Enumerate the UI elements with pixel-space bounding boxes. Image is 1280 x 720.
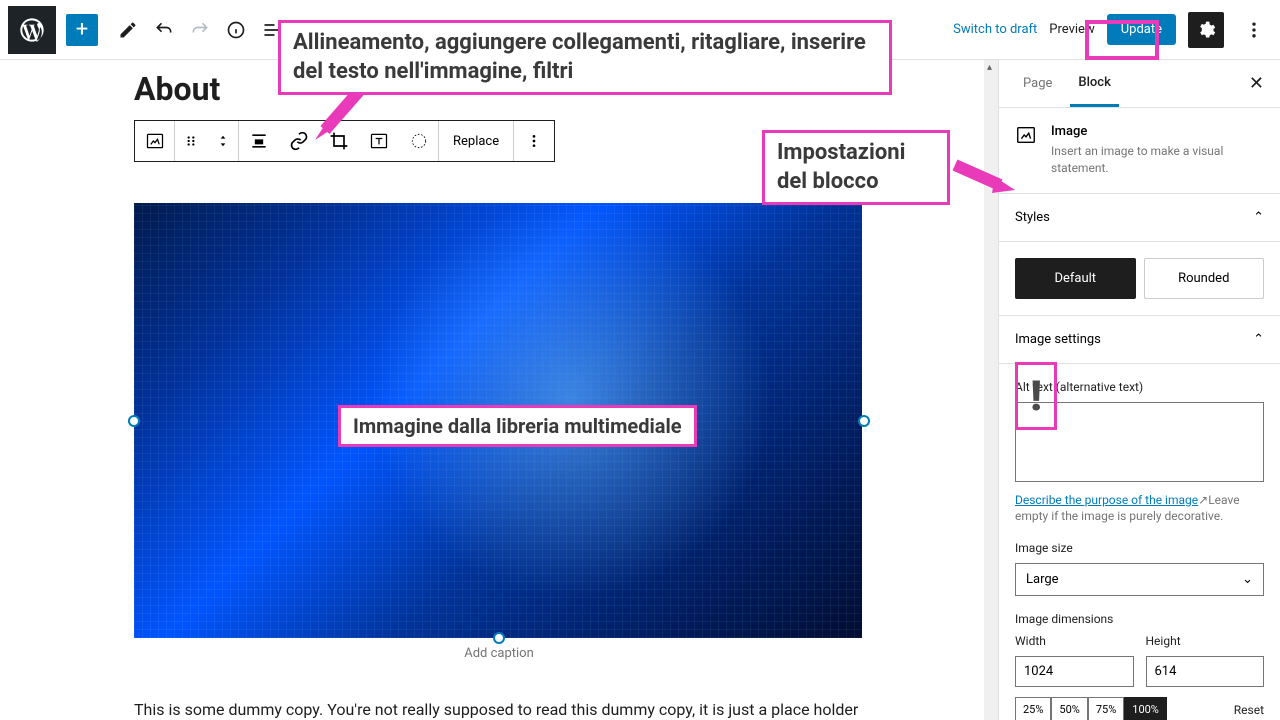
undo-icon[interactable] <box>146 12 182 48</box>
pct-50-button[interactable]: 50% <box>1051 697 1087 720</box>
add-block-button[interactable]: + <box>66 14 98 46</box>
align-icon[interactable] <box>239 121 279 161</box>
pct-25-button[interactable]: 25% <box>1015 697 1051 720</box>
redo-icon[interactable] <box>182 12 218 48</box>
image-settings-panel-toggle[interactable]: Image settings ⌃ <box>999 316 1280 364</box>
info-icon[interactable] <box>218 12 254 48</box>
switch-to-draft-link[interactable]: Switch to draft <box>953 22 1037 37</box>
resize-handle-bottom[interactable] <box>493 632 505 644</box>
resize-handle-right[interactable] <box>858 415 870 427</box>
more-options-button[interactable] <box>1236 12 1272 48</box>
drag-handle-icon[interactable] <box>175 121 207 161</box>
settings-gear-button[interactable] <box>1188 12 1224 48</box>
block-description: Insert an image to make a visual stateme… <box>1051 143 1264 177</box>
block-title: Image <box>1051 124 1264 139</box>
block-more-icon[interactable] <box>514 121 554 161</box>
resize-handle-left[interactable] <box>128 415 140 427</box>
alt-text-input[interactable] <box>1015 402 1264 482</box>
move-updown-icon[interactable] <box>207 121 239 161</box>
reset-button[interactable]: Reset <box>1234 703 1264 717</box>
caption-input[interactable]: Add caption <box>134 646 864 661</box>
image-size-label: Image size <box>1015 541 1264 555</box>
alt-help-text: Describe the purpose of the image↗Leave … <box>1015 492 1264 526</box>
close-sidebar-button[interactable]: ✕ <box>1249 73 1264 94</box>
styles-heading: Styles <box>1015 210 1050 225</box>
image-settings-heading: Image settings <box>1015 332 1101 347</box>
paragraph-text[interactable]: This is some dummy copy. You're not real… <box>134 697 864 720</box>
style-default-button[interactable]: Default <box>1015 258 1136 299</box>
duotone-filter-icon[interactable] <box>399 121 439 161</box>
height-label: Height <box>1146 634 1265 648</box>
pct-75-button[interactable]: 75% <box>1088 697 1124 720</box>
settings-sidebar: Page Block ✕ Image Insert an image to ma… <box>998 60 1280 720</box>
chevron-up-icon: ⌃ <box>1253 332 1264 347</box>
width-label: Width <box>1015 634 1134 648</box>
tab-page[interactable]: Page <box>1015 62 1060 105</box>
width-input[interactable] <box>1015 656 1134 687</box>
preview-button[interactable]: Preview <box>1049 22 1094 37</box>
annotation-toolbar: Allineamento, aggiungere collegamenti, r… <box>278 20 892 95</box>
replace-button[interactable]: Replace <box>439 121 514 161</box>
wordpress-logo[interactable] <box>8 6 56 54</box>
block-type-icon[interactable] <box>135 121 175 161</box>
pct-100-button[interactable]: 100% <box>1124 697 1167 720</box>
annotation-sidebar: Impostazioni del blocco <box>762 130 950 205</box>
styles-panel-toggle[interactable]: Styles ⌃ <box>999 194 1280 242</box>
chevron-up-icon: ⌃ <box>1253 210 1264 225</box>
update-button[interactable]: Update <box>1107 14 1176 45</box>
height-input[interactable] <box>1146 656 1265 687</box>
alt-text-label: Alt text (alternative text) <box>1015 380 1264 394</box>
image-size-select[interactable]: Large⌄ <box>1015 563 1264 596</box>
alt-help-link[interactable]: Describe the purpose of the image <box>1015 493 1198 507</box>
chevron-down-icon: ⌄ <box>1242 572 1253 587</box>
style-rounded-button[interactable]: Rounded <box>1144 258 1265 299</box>
annotation-image: Immagine dalla libreria multimediale <box>338 405 697 447</box>
tab-block[interactable]: Block <box>1070 61 1118 107</box>
edit-icon[interactable] <box>110 12 146 48</box>
image-dimensions-label: Image dimensions <box>1015 612 1264 626</box>
